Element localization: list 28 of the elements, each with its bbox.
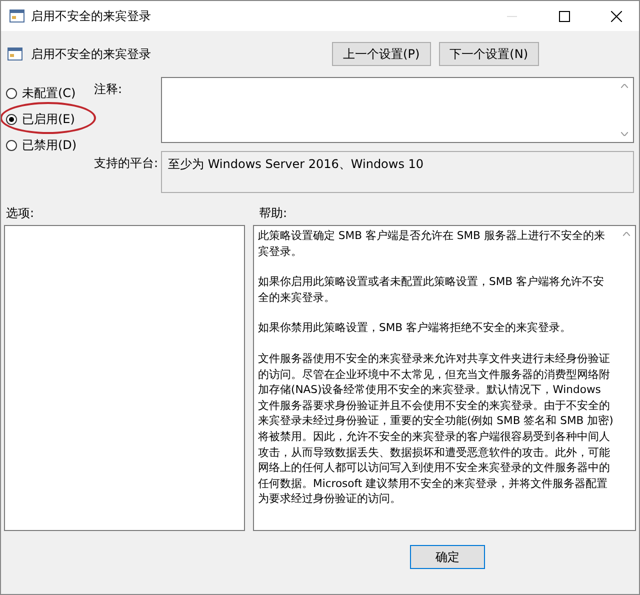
scroll-up-icon[interactable] — [623, 232, 630, 236]
options-label: 选项: — [6, 205, 36, 222]
next-setting-button[interactable]: 下一个设置(N) — [438, 42, 539, 66]
radio-label: 已启用(E) — [22, 110, 75, 128]
setting-title: 启用不安全的来宾登录 — [31, 46, 152, 62]
policy-icon — [7, 46, 23, 62]
help-paragraph: 文件服务器使用不安全的来宾登录来允许对共享文件夹进行未经身份验证的访问。尽管在企业环境中不太常见，但充当文件服务器的消费型网络附加存储(NAS)设备经常使用不安全的来宾登录。默认情况下，Windows 文件服务器要求身份验证并且不会使用不安全的来宾登录。由于不安全的来宾登录未经过身份验证，重要的安全功能(例如 SMB 签名和 SMB 加密)将被禁用。因此，允许不安全的来宾登录的客户端很容易受到各种中间人攻击，从而导致数据丢失、数据损坏和遭受恶意软件的攻击。此外，可能网络上的任何人都可以访问写入到使用不安全来宾登录的文件服务器中的任何数据。Microsoft 建议禁用不安全的来宾登录，并将文件服务器配置为要求经过身份验证的访问。 — [258, 350, 614, 507]
scroll-down-icon[interactable] — [621, 132, 628, 136]
app-icon — [9, 8, 25, 24]
radio-button[interactable] — [6, 88, 17, 98]
help-label: 帮助: — [259, 205, 288, 222]
comment-label: 注释: — [94, 81, 124, 98]
radio-button[interactable] — [6, 140, 17, 150]
maximize-icon[interactable] — [558, 10, 570, 22]
platform-label: 支持的平台: — [94, 155, 160, 172]
close-icon[interactable] — [610, 10, 622, 22]
radio-label: 未配置(C) — [22, 84, 76, 102]
help-paragraph: 如果你禁用此策略设置，SMB 客户端将拒绝不安全的来宾登录。 — [258, 320, 572, 336]
comment-field[interactable] — [161, 77, 634, 143]
radio-label: 已禁用(D) — [22, 136, 77, 154]
previous-setting-button[interactable]: 上一个设置(P) — [332, 42, 431, 66]
ok-button[interactable]: 确定 — [410, 545, 485, 569]
platform-field: 至少为 Windows Server 2016、Windows 10 — [161, 151, 634, 193]
help-paragraph: 如果你启用此策略设置或者未配置此策略设置，SMB 客户端将允许不安全的来宾登录。 — [258, 274, 606, 306]
window-title: 启用不安全的来宾登录 — [31, 8, 152, 24]
help-paragraph: 此策略设置确定 SMB 客户端是否允许在 SMB 服务器上进行不安全的来宾登录。 — [258, 228, 606, 260]
scroll-up-icon[interactable] — [621, 84, 628, 88]
radio-button[interactable] — [6, 114, 17, 124]
